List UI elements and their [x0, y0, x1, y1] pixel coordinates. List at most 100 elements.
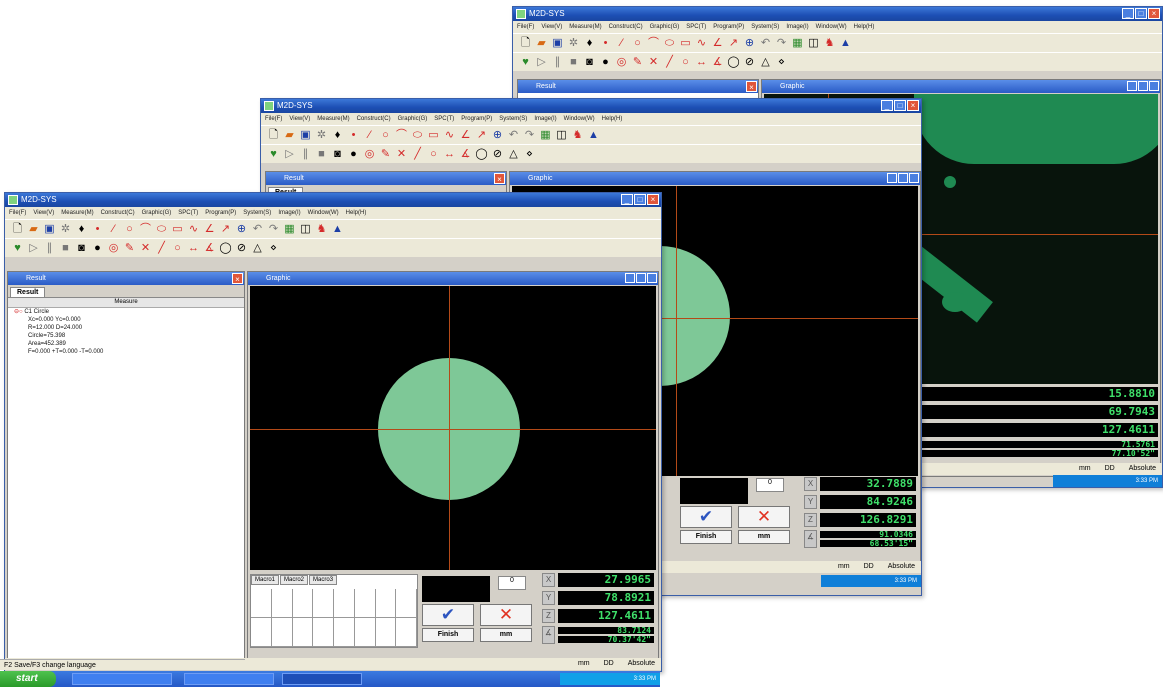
finish-button[interactable]: Finish	[680, 530, 732, 544]
menu-measure[interactable]: Measure(M)	[569, 21, 601, 33]
minimize-icon[interactable]: _	[1122, 8, 1134, 19]
ellipse-icon[interactable]: ⬭	[663, 37, 676, 50]
width-icon[interactable]: ↔	[695, 56, 708, 69]
line-icon[interactable]: ⁄	[363, 129, 376, 142]
triangle-icon[interactable]: ▲	[839, 37, 852, 50]
close-icon[interactable]: ×	[647, 194, 659, 205]
axis-label-x[interactable]: X	[804, 477, 817, 491]
construct-icon[interactable]: ⊕	[743, 37, 756, 50]
construct-icon[interactable]: ⊕	[235, 223, 248, 236]
open-file-icon[interactable]: ▰	[535, 37, 548, 50]
minimize-icon[interactable]: _	[881, 100, 893, 111]
new-file-icon[interactable]: 🗋	[519, 37, 532, 50]
triangle-icon[interactable]: ▲	[331, 223, 344, 236]
minimize-icon[interactable]	[625, 273, 635, 283]
tree-item[interactable]: Xc=0.000 Yc=0.000	[8, 316, 244, 324]
grid-icon[interactable]: ▦	[283, 223, 296, 236]
tab-result[interactable]: Result	[10, 287, 46, 297]
ring-icon[interactable]: ○	[171, 242, 184, 255]
undo-icon[interactable]: ↶	[251, 223, 264, 236]
tri-icon[interactable]: △	[507, 148, 520, 161]
stop-icon[interactable]: ■	[315, 148, 328, 161]
angle2-icon[interactable]: ∡	[203, 242, 216, 255]
construct-icon[interactable]: ⊕	[491, 129, 504, 142]
angle-icon[interactable]: ∠	[459, 129, 472, 142]
heart-icon[interactable]: ♥	[11, 242, 24, 255]
menu-program[interactable]: Program(P)	[205, 207, 236, 219]
save-icon[interactable]: ▣	[299, 129, 312, 142]
delete-icon[interactable]: ✕	[395, 148, 408, 161]
pen-icon[interactable]: ✎	[379, 148, 392, 161]
record-icon[interactable]: ●	[599, 56, 612, 69]
minimize-icon[interactable]: _	[621, 194, 633, 205]
play-icon[interactable]: ▷	[283, 148, 296, 161]
target-icon[interactable]: ◎	[363, 148, 376, 161]
open-file-icon[interactable]: ▰	[283, 129, 296, 142]
axis-label-z[interactable]: Z	[804, 513, 817, 527]
menu-file[interactable]: File(F)	[517, 21, 534, 33]
close-icon[interactable]	[909, 173, 919, 183]
ellipse-icon[interactable]: ⬭	[155, 223, 168, 236]
unit-button[interactable]: mm	[480, 628, 532, 642]
ring-icon[interactable]: ○	[427, 148, 440, 161]
line-icon[interactable]: ⁄	[107, 223, 120, 236]
close-icon[interactable]: ×	[907, 100, 919, 111]
ring-fit-icon[interactable]: ◯	[727, 56, 740, 69]
tree-root[interactable]: ⊖○ C1 Circle	[8, 308, 244, 316]
spinner[interactable]: 0	[756, 478, 784, 492]
curve-icon[interactable]: ∿	[443, 129, 456, 142]
settings-icon[interactable]: ✲	[315, 129, 328, 142]
menu-spc[interactable]: SPC(T)	[178, 207, 198, 219]
camera-icon[interactable]: ◙	[75, 242, 88, 255]
pause-icon[interactable]: ∥	[43, 242, 56, 255]
pen-icon[interactable]: ✎	[631, 56, 644, 69]
menu-measure[interactable]: Measure(M)	[317, 113, 349, 125]
close-icon[interactable]: ×	[1148, 8, 1160, 19]
menu-graphic[interactable]: Graphic(G)	[398, 113, 428, 125]
save-icon[interactable]: ▣	[43, 223, 56, 236]
angle-icon[interactable]: ∠	[203, 223, 216, 236]
settings-icon[interactable]: ✲	[567, 37, 580, 50]
ellipse-icon[interactable]: ⬭	[411, 129, 424, 142]
macro-grid-cells[interactable]	[251, 589, 417, 647]
angle2-icon[interactable]: ∡	[459, 148, 472, 161]
width-icon[interactable]: ↔	[443, 148, 456, 161]
menu-window[interactable]: Window(W)	[816, 21, 847, 33]
record-icon[interactable]: ●	[91, 242, 104, 255]
redo-icon[interactable]: ↷	[775, 37, 788, 50]
ring-icon[interactable]: ○	[679, 56, 692, 69]
person-icon[interactable]: ♞	[823, 37, 836, 50]
tree-item[interactable]: R=12.000 D=24.000	[8, 324, 244, 332]
menu-image[interactable]: Image(I)	[534, 113, 556, 125]
curve-icon[interactable]: ∿	[187, 223, 200, 236]
camera-icon[interactable]: ◙	[583, 56, 596, 69]
redo-icon[interactable]: ↷	[523, 129, 536, 142]
node-icon[interactable]: ⋄	[267, 242, 280, 255]
distance-icon[interactable]: ↗	[727, 37, 740, 50]
menu-help[interactable]: Help(H)	[346, 207, 367, 219]
camera-view[interactable]	[250, 286, 656, 570]
ring-fit-icon[interactable]: ◯	[475, 148, 488, 161]
confirm-button[interactable]: ✔	[422, 604, 474, 626]
tab-macro1[interactable]: Macro1	[251, 575, 280, 585]
minimize-icon[interactable]	[1127, 81, 1137, 91]
heart-icon[interactable]: ♥	[519, 56, 532, 69]
maximize-icon[interactable]: □	[894, 100, 906, 111]
open-file-icon[interactable]: ▰	[27, 223, 40, 236]
grid-icon[interactable]: ▦	[539, 129, 552, 142]
stop-icon[interactable]: ■	[59, 242, 72, 255]
menu-measure[interactable]: Measure(M)	[61, 207, 93, 219]
probe-icon[interactable]: ♦	[331, 129, 344, 142]
grid-icon[interactable]: ▦	[791, 37, 804, 50]
menu-construct[interactable]: Construct(C)	[357, 113, 391, 125]
menu-graphic[interactable]: Graphic(G)	[142, 207, 172, 219]
point-icon[interactable]: •	[599, 37, 612, 50]
stop-icon[interactable]: ■	[567, 56, 580, 69]
person-icon[interactable]: ♞	[571, 129, 584, 142]
menu-view[interactable]: View(V)	[33, 207, 54, 219]
delete-icon[interactable]: ✕	[139, 242, 152, 255]
title-bar[interactable]: M2D-SYS _ □ ×	[5, 193, 661, 207]
axis-label-z[interactable]: Z	[542, 609, 555, 623]
close-icon[interactable]	[1149, 81, 1159, 91]
menu-file[interactable]: File(F)	[265, 113, 282, 125]
